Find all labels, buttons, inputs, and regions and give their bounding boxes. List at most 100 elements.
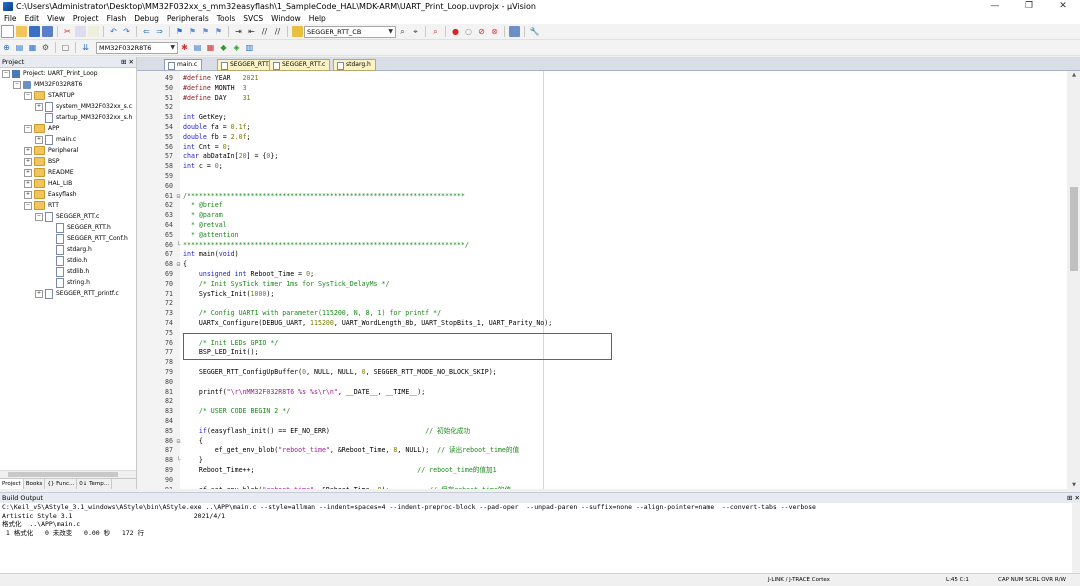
menu-item-tools[interactable]: Tools [217,14,235,23]
find-icon[interactable]: ⌕ [397,26,408,37]
menu-item-help[interactable]: Help [309,14,326,23]
configure-icon[interactable]: 🔧 [529,26,540,37]
project-panel-controls[interactable]: ⊞ ✕ [121,57,134,67]
expand-icon[interactable]: + [35,135,43,144]
expand-icon[interactable]: + [35,289,43,298]
fold-collapse-icon[interactable]: ⊟ [175,437,182,447]
debug-start-icon[interactable]: ⌕ [430,26,441,37]
menu-item-view[interactable]: View [47,14,65,23]
open-folder-icon[interactable] [16,26,27,37]
maximize-button[interactable]: ❐ [1012,0,1046,13]
expand-icon[interactable]: + [35,102,43,111]
expand-icon[interactable]: + [24,146,32,155]
tree-item[interactable]: − SEGGER_RTT.c [0,211,136,222]
editor-vscrollbar[interactable]: ▲ ▼ [1068,71,1080,489]
collapse-icon[interactable]: − [2,69,10,78]
indent-icon[interactable]: ⇥ [233,26,244,37]
tree-item[interactable]: stdio.h [0,255,136,266]
tree-item[interactable]: SEGGER_RTT.h [0,222,136,233]
pack-installer-icon[interactable]: ◆ [218,42,229,53]
download-icon[interactable]: ⇊ [80,42,91,53]
fold-collapse-icon[interactable]: ⊟ [175,260,182,270]
tree-item[interactable]: + SEGGER_RTT_printf.c [0,288,136,299]
nav-back-icon[interactable]: ⇐ [141,26,152,37]
panel-tab[interactable]: 0↓ Temp... [77,479,113,489]
scroll-thumb[interactable] [8,472,118,477]
tree-item[interactable]: stdlib.h [0,266,136,277]
panel-tab[interactable]: {} Func... [45,479,78,489]
scroll-thumb[interactable] [1070,187,1078,271]
collapse-icon[interactable]: − [24,91,32,100]
menu-item-project[interactable]: Project [73,14,99,23]
scroll-up-icon[interactable]: ▲ [1068,71,1080,79]
minimize-button[interactable]: — [978,0,1012,13]
tree-item[interactable]: + Peripheral [0,145,136,156]
rebuild-icon[interactable]: ▦ [27,42,38,53]
menu-item-edit[interactable]: Edit [25,14,40,23]
build-output-vscrollbar[interactable] [1072,503,1080,573]
tree-item[interactable]: stdarg.h [0,244,136,255]
panel-tab[interactable]: Books [24,479,46,489]
breakpoint-disable-icon[interactable]: ○ [463,26,474,37]
nav-forward-icon[interactable]: ⇒ [154,26,165,37]
build-output-text[interactable]: C:\Keil_v5\AStyle_3.1_windows\AStyle\bin… [0,503,1074,573]
run-environment-icon[interactable]: ▥ [244,42,255,53]
menu-item-window[interactable]: Window [271,14,301,23]
expand-icon[interactable]: + [24,157,32,166]
expand-icon[interactable]: + [24,190,32,199]
panel-tab[interactable]: Project [0,479,24,489]
file-extensions-icon[interactable]: ▤ [192,42,203,53]
manage-components-icon[interactable]: ▦ [205,42,216,53]
stop-build-icon[interactable]: ▢ [60,42,71,53]
tree-item[interactable]: + HAL_LIB [0,178,136,189]
tree-item[interactable]: + Easyflash [0,189,136,200]
select-packs-icon[interactable]: ◈ [231,42,242,53]
editor-tab[interactable]: main.c [164,59,203,70]
tree-item[interactable]: + BSP [0,156,136,167]
collapse-icon[interactable]: − [13,80,21,89]
target-select[interactable]: MM32F032R8T6 ▼ [96,41,178,54]
redo-icon[interactable]: ↷ [121,26,132,37]
target-options-icon[interactable]: ✱ [179,42,190,53]
tree-item[interactable]: − APP [0,123,136,134]
paste-icon[interactable] [88,26,99,37]
close-button[interactable]: ✕ [1046,0,1080,13]
expand-icon[interactable]: + [24,168,32,177]
editor-tab[interactable]: stdarg.h [333,59,376,71]
collapse-icon[interactable]: − [24,201,32,210]
build-icon[interactable]: ▤ [14,42,25,53]
tree-item[interactable]: − RTT [0,200,136,211]
collapse-icon[interactable]: − [24,124,32,133]
find-combo[interactable]: SEGGER_RTT_CB ▼ [304,25,396,38]
collapse-icon[interactable]: − [35,212,43,221]
tree-item[interactable]: SEGGER_RTT_Conf.h [0,233,136,244]
window-layout-icon[interactable] [509,26,520,37]
menu-item-svcs[interactable]: SVCS [243,14,263,23]
tree-item[interactable]: − Project: UART_Print_Loop [0,68,136,79]
code-editor[interactable]: 49 #define YEAR 2021 50 #define MONTH 3 51 #d… [137,71,1067,489]
tree-item[interactable]: − STARTUP [0,90,136,101]
menu-item-flash[interactable]: Flash [107,14,127,23]
batch-build-icon[interactable]: ⚙ [40,42,51,53]
bookmark-next-icon[interactable]: ⚑ [200,26,211,37]
bookmark-prev-icon[interactable]: ⚑ [187,26,198,37]
breakpoint-kill-icon[interactable]: ⊘ [476,26,487,37]
bookmark-clear-icon[interactable]: ⚑ [213,26,224,37]
breakpoint-insert-icon[interactable]: ● [450,26,461,37]
incremental-find-icon[interactable]: ⌖ [410,26,421,37]
undo-icon[interactable]: ↶ [108,26,119,37]
cut-icon[interactable]: ✂ [62,26,73,37]
fold-collapse-icon[interactable]: ⊟ [175,192,182,202]
build-output-controls[interactable]: ⊞ ✕ [1067,493,1080,503]
unindent-icon[interactable]: ⇤ [246,26,257,37]
tree-item[interactable]: string.h [0,277,136,288]
find-in-files-icon[interactable] [292,26,303,37]
menu-item-debug[interactable]: Debug [134,14,159,23]
scroll-down-icon[interactable]: ▼ [1068,481,1080,489]
uncomment-icon[interactable]: // [272,26,283,37]
new-file-icon[interactable] [1,25,14,38]
comment-icon[interactable]: // [259,26,270,37]
breakpoint-kill-all-icon[interactable]: ⊗ [489,26,500,37]
menu-item-peripherals[interactable]: Peripherals [167,14,209,23]
editor-tab[interactable]: SEGGER_RTT.c [269,59,331,71]
